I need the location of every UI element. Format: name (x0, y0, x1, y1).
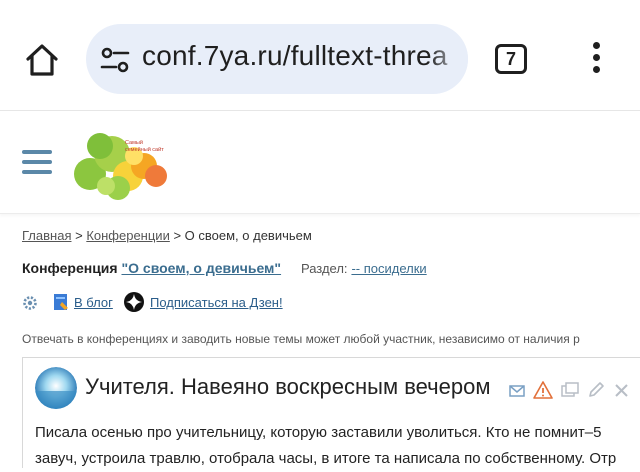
site-settings-icon[interactable] (100, 46, 130, 74)
gear-icon[interactable] (22, 295, 38, 311)
breadcrumb-separator: > (169, 228, 185, 243)
breadcrumb: Главная > Конференции > О своем, о девич… (22, 228, 312, 243)
logo-tagline-1: Самый (125, 139, 143, 146)
dzen-icon[interactable] (124, 292, 144, 312)
conference-name-link[interactable]: "О своем, о девичьем" (121, 260, 281, 276)
breadcrumb-current: О своем, о девичьем (184, 228, 312, 243)
conference-heading: Конференция "О своем, о девичьем" Раздел… (22, 260, 427, 276)
hamburger-menu-icon[interactable] (22, 150, 52, 174)
blog-link[interactable]: В блог (74, 295, 113, 310)
dzen-subscribe-link[interactable]: Подписаться на Дзен! (150, 295, 283, 310)
post-body-line: Писала осенью про учительницу, которую з… (35, 424, 602, 441)
copy-icon[interactable] (561, 380, 579, 400)
warning-icon[interactable] (533, 380, 553, 400)
blog-icon[interactable] (52, 293, 70, 311)
avatar[interactable] (35, 367, 77, 409)
post-card: Учителя. Навеяно воскресным вечером Писа… (22, 357, 640, 468)
url-text[interactable]: conf.7ya.ru/fulltext-threa (142, 40, 448, 72)
edit-icon[interactable] (587, 380, 605, 400)
address-bar[interactable]: conf.7ya.ru/fulltext-threa (86, 24, 468, 94)
post-body-line: завуч, устроила травлю, отобрала часы, в… (35, 450, 617, 467)
post-title[interactable]: Учителя. Навеяно воскресным вечером (85, 374, 490, 400)
breadcrumb-separator: > (71, 228, 87, 243)
breadcrumb-conferences-link[interactable]: Конференции (86, 228, 170, 243)
logo-tagline-2: семейный сайт (125, 146, 164, 153)
home-icon[interactable] (22, 40, 62, 80)
close-icon[interactable] (613, 380, 629, 400)
section-link[interactable]: -- посиделки (351, 261, 426, 276)
site-header: Самый семейный сайт (0, 111, 640, 214)
post-body: Писала осенью про учительницу, которую з… (35, 420, 640, 472)
breadcrumb-home-link[interactable]: Главная (22, 228, 71, 243)
browser-toolbar: conf.7ya.ru/fulltext-threa 7 (0, 0, 640, 111)
tab-switcher-button[interactable]: 7 (495, 44, 527, 74)
url-fade (428, 24, 468, 94)
section-label: Раздел: (300, 261, 348, 276)
site-logo[interactable]: Самый семейный сайт (70, 126, 170, 206)
notice-text: Отвечать в конференциях и заводить новые… (22, 332, 580, 346)
more-menu-icon[interactable] (588, 42, 604, 76)
mail-icon[interactable] (509, 380, 525, 400)
conference-label: Конференция (22, 260, 118, 276)
